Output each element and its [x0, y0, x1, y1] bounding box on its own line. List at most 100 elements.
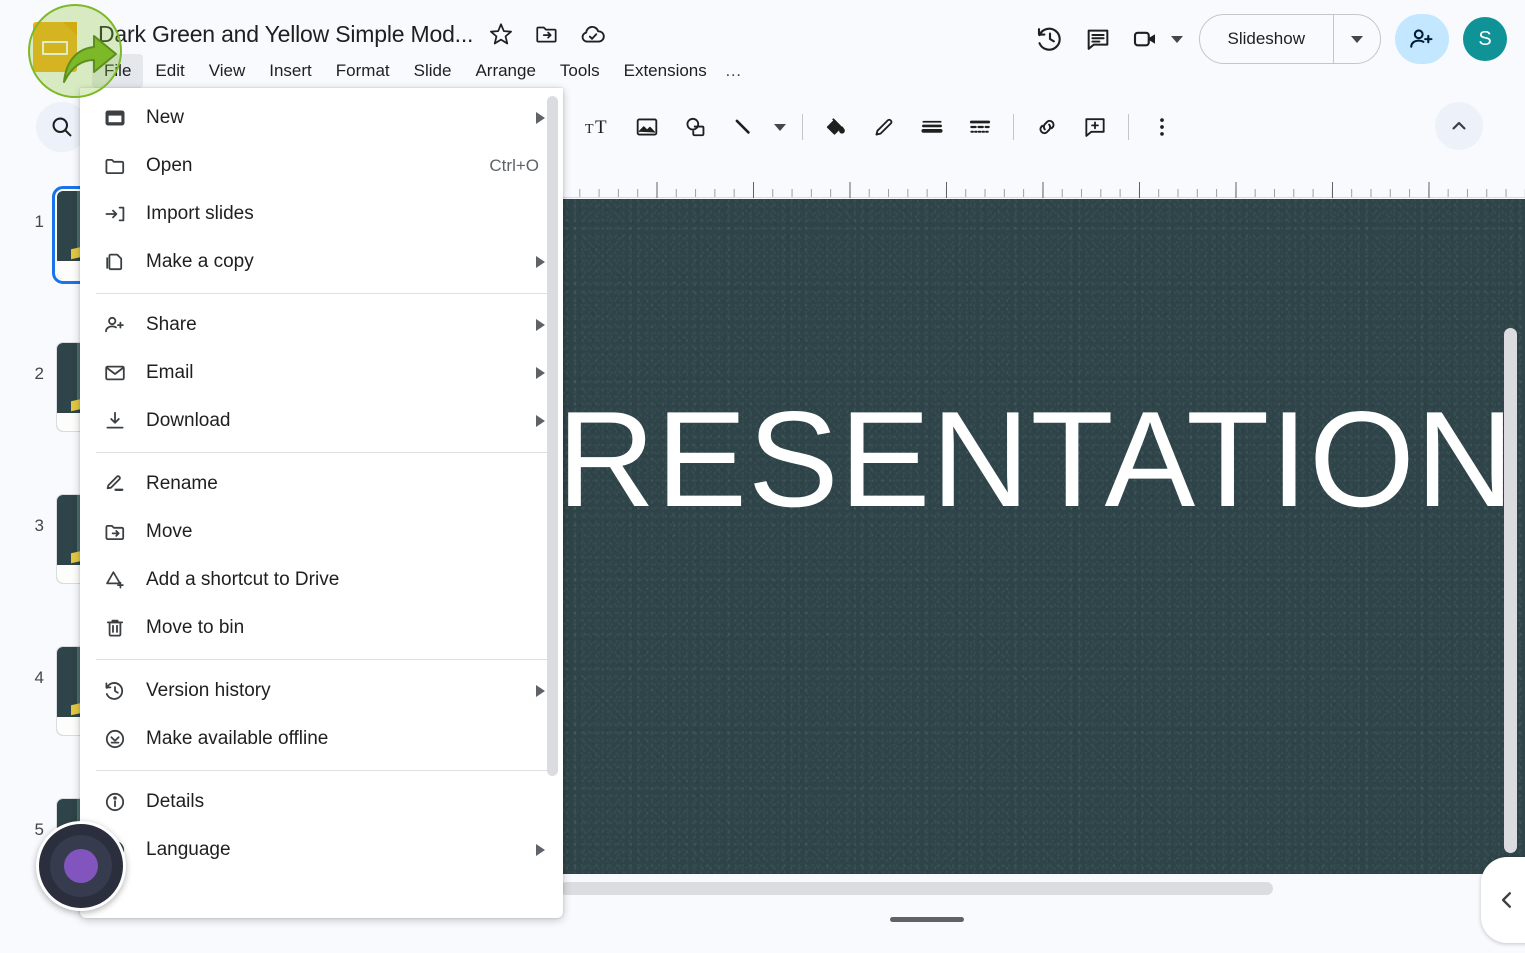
menu-edit[interactable]: Edit	[143, 54, 196, 88]
svg-text:T: T	[585, 122, 594, 137]
menu-extensions[interactable]: Extensions	[612, 54, 719, 88]
horizontal-ruler	[560, 180, 1525, 198]
menu-file[interactable]: File	[92, 54, 144, 88]
file-menu-label: Import slides	[146, 203, 254, 224]
menu-arrange[interactable]: Arrange	[463, 54, 547, 88]
chevron-down-icon	[774, 123, 786, 131]
file-menu-dropdown[interactable]: New Open Ctrl+O Import slides Make a cop…	[80, 88, 563, 918]
submenu-arrow-icon	[536, 112, 545, 124]
file-menu-label: New	[146, 107, 185, 128]
video-dropdown-caret-icon[interactable]	[1170, 35, 1183, 43]
slide-title-textbox[interactable]: RESENTATION	[560, 391, 1515, 527]
svg-text:T: T	[595, 117, 607, 138]
file-menu-item-import-slides[interactable]: Import slides	[80, 190, 563, 238]
file-menu-label: Move to bin	[146, 617, 245, 638]
file-menu-label: Rename	[146, 473, 218, 494]
horizontal-scrollbar[interactable]	[560, 882, 1273, 895]
slide-number: 1	[34, 212, 44, 231]
file-menu-item-add-shortcut-to-drive[interactable]: Add a shortcut to Drive	[80, 556, 563, 604]
speaker-notes-resize-handle[interactable]	[890, 917, 964, 922]
add-comment-icon[interactable]	[1071, 103, 1119, 151]
more-options-icon[interactable]	[1138, 103, 1186, 151]
file-menu-item-language[interactable]: Language	[80, 826, 563, 874]
slide-canvas[interactable]: RESENTATION	[560, 199, 1525, 874]
side-panel-collapse-button[interactable]	[1481, 857, 1525, 943]
menu-slide[interactable]: Slide	[402, 54, 464, 88]
file-menu-item-move-to-bin[interactable]: Move to bin	[80, 604, 563, 652]
slides-logo-icon[interactable]	[33, 22, 77, 72]
video-camera-icon[interactable]	[1122, 15, 1170, 63]
recording-dot	[64, 849, 98, 883]
menu-format[interactable]: Format	[324, 54, 402, 88]
import-slides-icon	[102, 201, 128, 227]
star-icon[interactable]	[481, 14, 521, 54]
file-menu-list: New Open Ctrl+O Import slides Make a cop…	[80, 88, 563, 874]
slide-number: 4	[34, 668, 44, 687]
avatar[interactable]: S	[1463, 17, 1507, 61]
shape-icon[interactable]	[671, 103, 719, 151]
trash-bin-icon	[102, 615, 128, 641]
border-dash-icon[interactable]	[956, 103, 1004, 151]
menu-divider	[96, 659, 547, 660]
slide-editor-area: RESENTATION	[560, 180, 1525, 953]
file-menu-scrollbar[interactable]	[547, 96, 558, 776]
move-to-folder-icon[interactable]	[527, 14, 567, 54]
file-menu-item-email[interactable]: Email	[80, 349, 563, 397]
copy-icon	[102, 249, 128, 275]
slide-number: 5	[34, 820, 44, 839]
file-menu-item-make-a-copy[interactable]: Make a copy	[80, 238, 563, 286]
file-menu-label: Share	[146, 314, 197, 335]
menu-overflow-button[interactable]: …	[719, 54, 748, 88]
toolbar-collapse-button[interactable]	[1435, 102, 1483, 150]
file-menu-item-new[interactable]: New	[80, 94, 563, 142]
new-presentation-icon	[102, 105, 128, 131]
file-menu-item-open[interactable]: Open Ctrl+O	[80, 142, 563, 190]
title-row: Dark Green and Yellow Simple Mod...	[96, 14, 613, 54]
file-menu-label: Download	[146, 410, 231, 431]
border-color-icon[interactable]	[860, 103, 908, 151]
toolbar-divider	[1013, 114, 1014, 140]
page-title[interactable]: Dark Green and Yellow Simple Mod...	[96, 17, 475, 51]
menu-tools[interactable]: Tools	[548, 54, 612, 88]
file-menu-item-move[interactable]: Move	[80, 508, 563, 556]
file-menu-label: Make a copy	[146, 251, 254, 272]
offline-check-icon	[102, 726, 128, 752]
file-menu-item-version-history[interactable]: Version history	[80, 667, 563, 715]
file-menu-label: Version history	[146, 680, 271, 701]
menu-insert[interactable]: Insert	[257, 54, 324, 88]
file-menu-item-download[interactable]: Download	[80, 397, 563, 445]
slide-number: 2	[34, 364, 44, 383]
text-box-icon[interactable]: T T	[575, 103, 623, 151]
menu-divider	[96, 452, 547, 453]
rename-pencil-icon	[102, 471, 128, 497]
vertical-scrollbar[interactable]	[1504, 328, 1517, 853]
share-button[interactable]	[1395, 14, 1449, 64]
submenu-arrow-icon	[536, 319, 545, 331]
file-menu-label: Details	[146, 791, 205, 812]
file-menu-item-details[interactable]: Details	[80, 778, 563, 826]
menu-view[interactable]: View	[197, 54, 258, 88]
slideshow-button[interactable]: Slideshow	[1200, 15, 1334, 63]
download-icon	[102, 408, 128, 434]
video-camera-button[interactable]	[1122, 15, 1187, 63]
line-icon[interactable]	[719, 103, 767, 151]
menu-bar: File Edit View Insert Format Slide Arran…	[92, 54, 748, 88]
file-menu-item-rename[interactable]: Rename	[80, 460, 563, 508]
line-dropdown-caret-icon[interactable]	[767, 103, 793, 151]
insert-image-icon[interactable]	[623, 103, 671, 151]
file-menu-item-make-available-offline[interactable]: Make available offline	[80, 715, 563, 763]
toolbar-icon-group: T T	[575, 102, 1186, 152]
file-menu-label: Add a shortcut to Drive	[146, 569, 340, 590]
google-slides-window: Dark Green and Yellow Simple Mod... File…	[0, 0, 1525, 953]
border-weight-icon[interactable]	[908, 103, 956, 151]
insert-link-icon[interactable]	[1023, 103, 1071, 151]
saved-to-drive-icon[interactable]	[573, 14, 613, 54]
comment-history-icon[interactable]	[1074, 15, 1122, 63]
add-shortcut-drive-icon	[102, 567, 128, 593]
file-menu-label: Language	[146, 839, 231, 860]
version-history-icon[interactable]	[1026, 15, 1074, 63]
submenu-arrow-icon	[536, 415, 545, 427]
slideshow-dropdown-button[interactable]	[1334, 15, 1380, 63]
fill-color-icon[interactable]	[812, 103, 860, 151]
file-menu-item-share[interactable]: Share	[80, 301, 563, 349]
